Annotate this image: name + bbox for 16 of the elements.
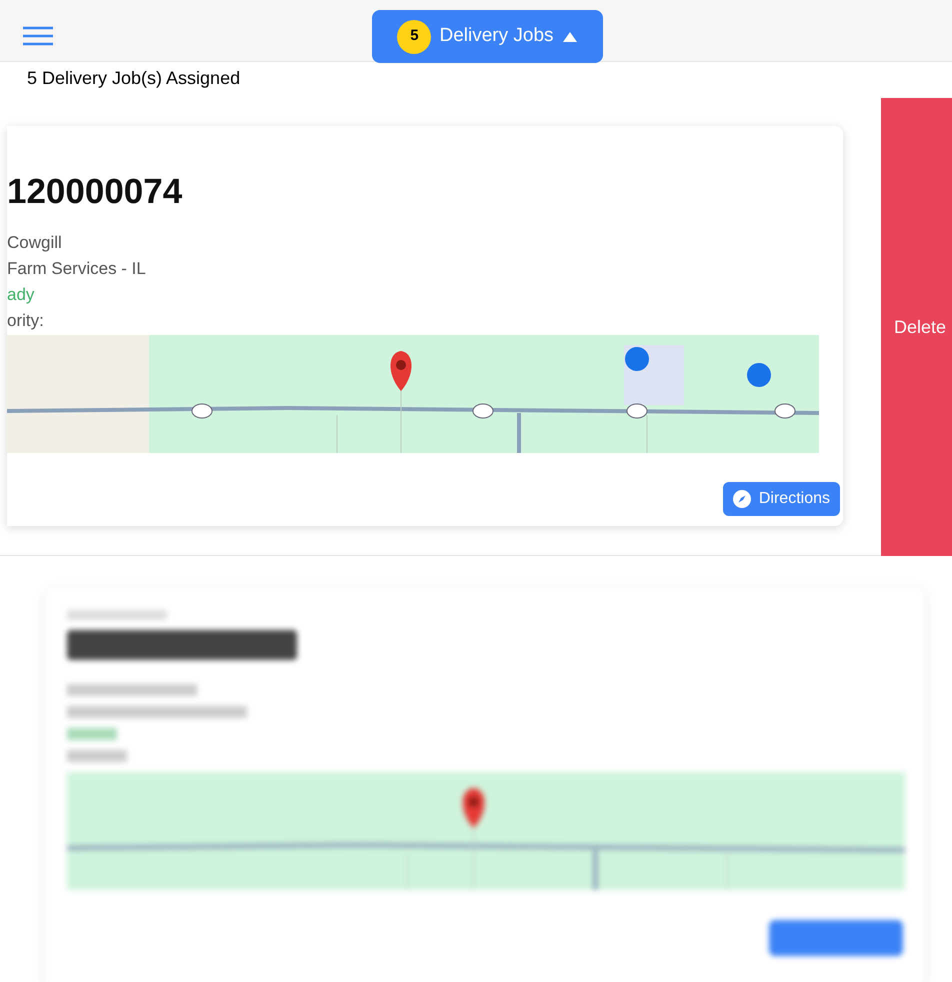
caret-up-icon — [562, 30, 578, 42]
job-count-badge: 5 — [397, 20, 432, 54]
delete-action[interactable]: Delete — [881, 98, 952, 556]
job-number: 120000074 — [7, 174, 182, 209]
delivery-jobs-button[interactable]: 5 Delivery Jobs — [372, 10, 603, 63]
job-status: ady — [7, 285, 34, 305]
blurred-priority-label — [67, 750, 127, 762]
priority-label: ority: — [7, 311, 44, 331]
branch-name: Farm Services - IL — [7, 259, 146, 279]
jobs-summary: 5 Delivery Job(s) Assigned — [27, 67, 240, 90]
menu-icon[interactable] — [23, 26, 53, 46]
customer-name: Cowgill — [7, 233, 62, 253]
directions-button[interactable]: Directions — [722, 482, 840, 516]
blurred-status — [67, 728, 117, 740]
compass-icon — [732, 490, 751, 508]
job-card[interactable]: 120000074 Cowgill Farm Services - IL ady ority: Directions — [7, 126, 843, 526]
